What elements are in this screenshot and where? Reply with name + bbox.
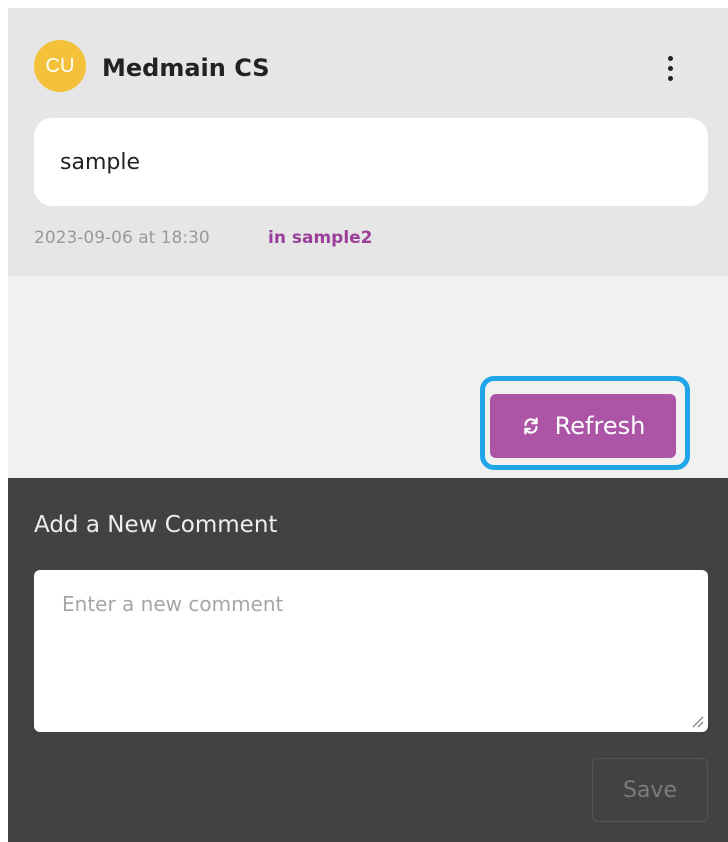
comment-location-link[interactable]: in sample2 <box>268 228 373 248</box>
new-comment-heading: Add a New Comment <box>34 512 278 538</box>
save-button[interactable]: Save <box>592 758 708 822</box>
new-comment-input[interactable] <box>34 570 708 732</box>
new-comment-section: Add a New Comment Save <box>8 478 728 842</box>
comment-body: sample <box>60 150 140 175</box>
refresh-label: Refresh <box>554 412 646 440</box>
refresh-icon <box>523 417 538 435</box>
comment-timestamp: 2023-09-06 at 18:30 <box>34 228 210 248</box>
comment-bubble: sample <box>34 118 708 206</box>
kebab-dot <box>667 75 673 81</box>
comments-panel: CU Medmain CS sample 2023-09-06 at 18:30… <box>8 8 728 842</box>
comment-author: Medmain CS <box>102 54 270 82</box>
resize-handle-icon[interactable] <box>690 714 704 728</box>
refresh-button[interactable]: Refresh <box>490 394 676 458</box>
avatar: CU <box>34 40 86 92</box>
kebab-dot <box>667 55 673 61</box>
more-vertical-icon[interactable] <box>656 50 684 86</box>
comment-item: CU Medmain CS sample 2023-09-06 at 18:30… <box>8 8 728 276</box>
kebab-dot <box>667 65 673 71</box>
avatar-initials: CU <box>45 54 75 77</box>
